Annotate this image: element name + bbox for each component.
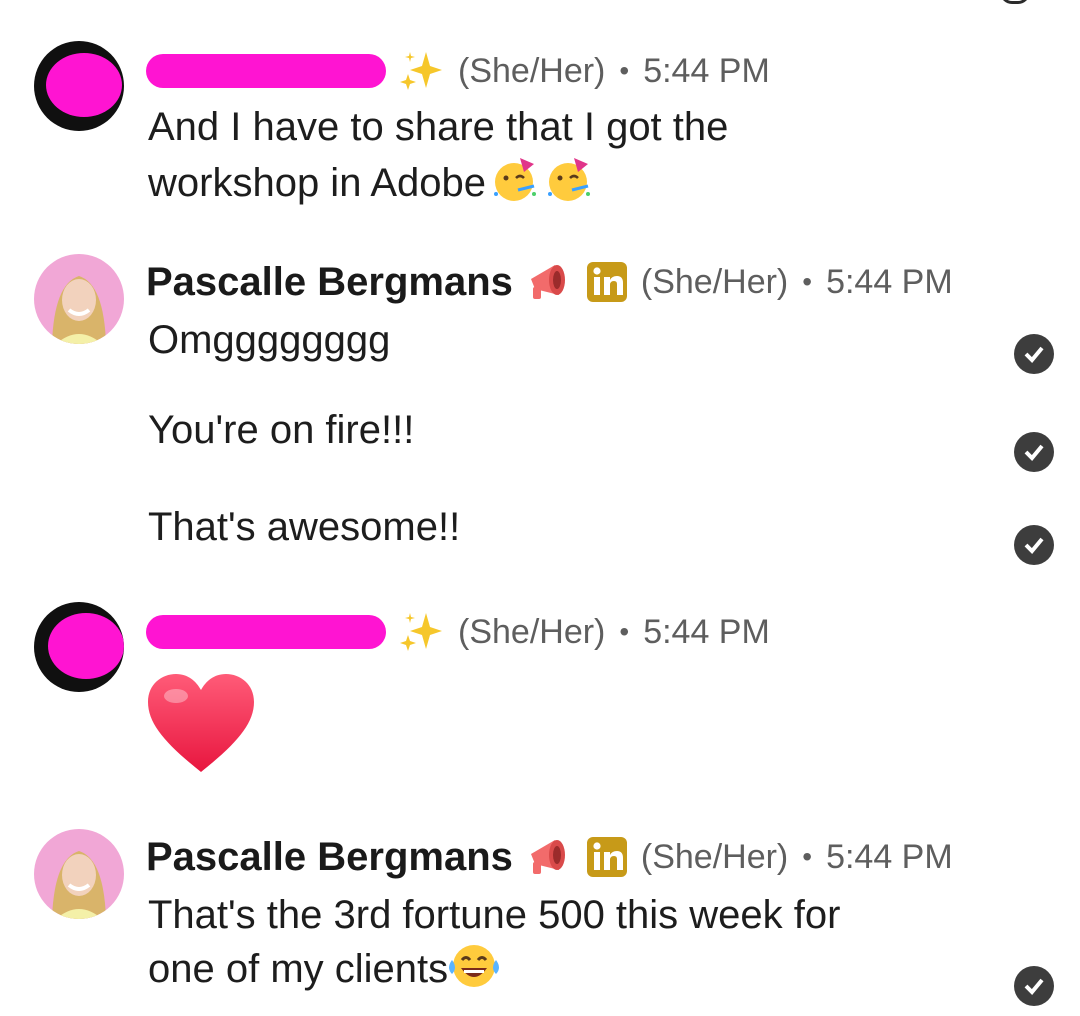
sender-name[interactable]: Pascalle Bergmans [146,260,513,305]
read-receipt-icon [1014,334,1054,374]
message-header: Pascalle Bergmans (She/Her) • 5:44 PM [146,259,953,305]
linkedin-icon [586,262,627,302]
sender-name[interactable]: Pascalle Bergmans [146,835,513,880]
avatar-redacted[interactable] [34,41,124,131]
overflow-menu-edge [1000,0,1030,4]
megaphone-icon [525,834,575,880]
message-text: Omgggggggg [148,313,390,367]
linkedin-icon [586,837,627,877]
avatar-pascalle[interactable] [34,254,124,344]
message-header: (She/Her) • 5:44 PM [146,48,770,94]
message-header: Pascalle Bergmans (She/Her) • 5:44 PM [146,834,953,880]
message-line: Omgggggggg [148,318,391,362]
timestamp: 5:44 PM [826,837,953,876]
message-text: That's the 3rd fortune 500 this week for… [148,888,840,1004]
timestamp: 5:44 PM [643,51,770,90]
message-text: And I have to share that I got the works… [148,100,728,218]
megaphone-icon [525,259,575,305]
red-heart-icon [146,672,256,781]
message-line-text: workshop in Adobe [148,161,487,205]
avatar-redacted[interactable] [34,602,124,692]
avatar-pascalle[interactable] [34,829,124,919]
pronouns: (She/Her) [640,837,789,876]
pronouns: (She/Her) [458,51,606,90]
read-receipt-icon [1014,432,1054,472]
separator-dot: • [619,55,630,86]
message-line: workshop in Adobe [148,154,728,218]
pronouns: (She/Her) [458,612,606,651]
read-receipt-icon [1014,966,1054,1006]
message-line: one of my clients [148,942,840,1004]
message-line: You're on fire!!! [148,408,415,452]
pronouns: (She/Her) [640,262,789,301]
timestamp: 5:44 PM [643,612,770,651]
partying-face-icon [544,154,594,218]
read-receipt-icon [1014,525,1054,565]
sparkles-icon [398,609,444,655]
message-text: You're on fire!!! [148,403,414,457]
message-text: That's awesome!! [148,500,460,554]
message-header: (She/Her) • 5:44 PM [146,609,770,655]
redacted-sender-name [146,615,386,649]
timestamp: 5:44 PM [826,262,953,301]
separator-dot: • [802,266,813,297]
separator-dot: • [802,841,813,872]
message-line: That's the 3rd fortune 500 this week for [148,893,841,937]
tears-of-joy-face-icon [448,942,500,1004]
redacted-sender-name [146,54,386,88]
message-line-text: one of my clients [148,947,449,991]
sparkles-icon [398,48,444,94]
separator-dot: • [619,616,630,647]
message-line: And I have to share that I got the [148,105,729,149]
message-line: That's awesome!! [148,505,461,549]
partying-face-icon [490,154,540,218]
